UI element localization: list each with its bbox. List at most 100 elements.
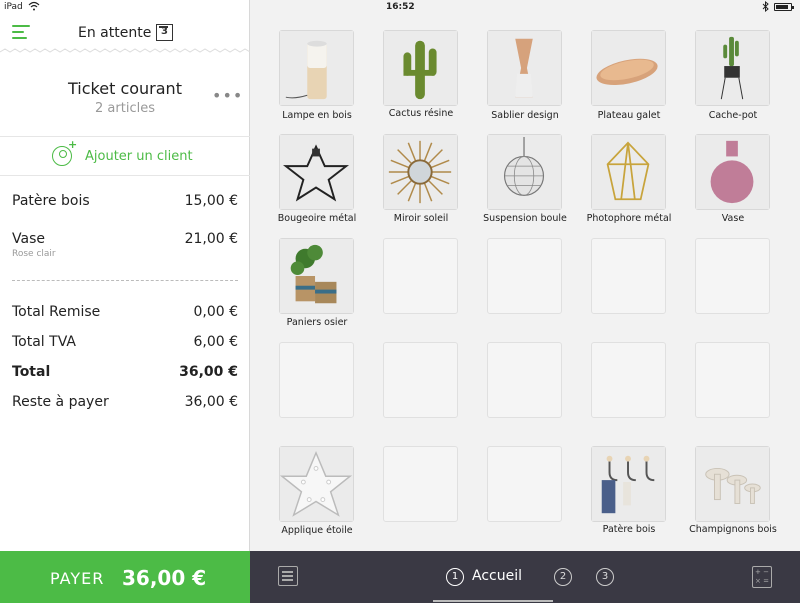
- total-value: 6,00 €: [193, 334, 238, 350]
- page-2-button[interactable]: 2: [554, 568, 572, 586]
- lantern-icon: [592, 135, 665, 209]
- ticket-more-button[interactable]: •••: [212, 86, 243, 105]
- ticket-panel: En attente 3 Ticket courant 2 articles •…: [0, 0, 250, 551]
- product-label: Champignons bois: [689, 524, 777, 535]
- ticket-line-item[interactable]: Vase 21,00 € Rose clair: [12, 231, 238, 259]
- sun-mirror-icon: [384, 135, 457, 209]
- active-page-indicator: [433, 600, 553, 602]
- product-tile-miroir-soleil[interactable]: [383, 134, 458, 210]
- plant-pot-icon: [696, 31, 769, 105]
- total-label: Total: [12, 364, 51, 380]
- product-label: Plateau galet: [597, 110, 661, 121]
- total-row: Total 36,00 €: [12, 364, 238, 380]
- product-label: Suspension boule: [483, 213, 567, 224]
- total-label: Reste à payer: [12, 394, 109, 410]
- pendant-light-icon: [488, 135, 561, 209]
- list-icon[interactable]: [278, 566, 298, 586]
- total-value: 0,00 €: [193, 304, 238, 320]
- line-item-note: Rose clair: [12, 249, 56, 259]
- totals-divider: [12, 280, 238, 281]
- empty-slot: [383, 342, 458, 418]
- empty-slot: [591, 238, 666, 314]
- product-tile-vase[interactable]: [695, 134, 770, 210]
- line-item-price: 15,00 €: [184, 193, 238, 209]
- product-tile-patere-bois[interactable]: [591, 446, 666, 522]
- pay-button[interactable]: PAYER 36,00 €: [0, 551, 250, 603]
- active-page-label[interactable]: Accueil: [472, 568, 522, 584]
- product-label: Sablier design: [491, 110, 559, 121]
- calculator-icon[interactable]: + − × =: [752, 566, 772, 588]
- product-tile-champignons-bois[interactable]: [695, 446, 770, 522]
- product-label: Cache-pot: [708, 110, 758, 121]
- product-tile-lampe-en-bois[interactable]: [279, 30, 354, 106]
- line-item-name: Patère bois: [12, 193, 90, 209]
- product-tile-cactus-resine[interactable]: [383, 30, 458, 106]
- status-bar: iPad 16:52: [0, 0, 800, 14]
- empty-slot: [279, 342, 354, 418]
- wifi-icon: [28, 1, 40, 11]
- pay-amount: 36,00 €: [122, 566, 207, 590]
- product-label: Patère bois: [602, 524, 656, 535]
- empty-slot: [383, 238, 458, 314]
- total-value: 36,00 €: [179, 364, 238, 380]
- tray-icon: [592, 31, 665, 105]
- lamp-icon: [280, 31, 353, 105]
- line-item-name: Vase: [12, 231, 45, 247]
- product-tile-bougeoire-metal[interactable]: [279, 134, 354, 210]
- star-lamp-icon: [279, 447, 353, 521]
- vase-icon: [696, 135, 769, 209]
- total-label: Total TVA: [12, 334, 76, 350]
- empty-slot: [591, 342, 666, 418]
- add-user-icon: [52, 138, 77, 166]
- menu-icon[interactable]: [12, 25, 30, 39]
- product-label: Bougeoire métal: [277, 213, 357, 224]
- product-grid: Lampe en bois Cactus résine Sablier desi…: [251, 14, 800, 551]
- ticket-header: En attente 3: [0, 14, 250, 52]
- bluetooth-icon: [762, 1, 769, 12]
- empty-slot: [487, 342, 562, 418]
- page-3-button[interactable]: 3: [596, 568, 614, 586]
- hourglass-icon: [488, 31, 561, 105]
- pay-label: PAYER: [50, 569, 105, 588]
- product-label: Lampe en bois: [282, 110, 352, 121]
- product-label: Vase: [721, 213, 745, 224]
- status-clock: 16:52: [386, 2, 415, 12]
- total-label: Total Remise: [12, 304, 101, 320]
- product-tile-suspension-boule[interactable]: [487, 134, 562, 210]
- bottom-navigation-bar: 1 Accueil 2 3 + − × =: [250, 551, 800, 603]
- page-1-button[interactable]: 1: [446, 568, 464, 586]
- product-label: Applique étoile: [281, 525, 353, 536]
- product-label: Cactus résine: [388, 108, 454, 119]
- product-label: Miroir soleil: [393, 213, 449, 224]
- carrier-label: iPad: [4, 2, 23, 12]
- product-tile-photophore-metal[interactable]: [591, 134, 666, 210]
- product-tile-cache-pot[interactable]: [695, 30, 770, 106]
- total-value: 36,00 €: [184, 394, 238, 410]
- product-label: Paniers osier: [286, 317, 348, 328]
- mushrooms-icon: [696, 447, 769, 521]
- total-row: Reste à payer 36,00 €: [12, 394, 238, 410]
- empty-slot: [487, 238, 562, 314]
- total-row: Total Remise 0,00 €: [12, 304, 238, 320]
- empty-slot: [487, 446, 562, 522]
- add-client-button[interactable]: Ajouter un client: [0, 136, 250, 176]
- empty-slot: [695, 238, 770, 314]
- coat-hooks-icon: [592, 447, 665, 521]
- empty-slot: [383, 446, 458, 522]
- product-tile-paniers-osier[interactable]: [279, 238, 354, 314]
- add-client-label: Ajouter un client: [85, 149, 193, 164]
- pending-count-badge[interactable]: 3: [156, 24, 173, 41]
- battery-icon: [774, 3, 794, 11]
- product-label: Photophore métal: [586, 213, 672, 224]
- candle-holder-icon: [280, 135, 353, 209]
- ticket-line-item[interactable]: Patère bois 15,00 €: [12, 193, 238, 209]
- product-tile-sablier-design[interactable]: [487, 30, 562, 106]
- line-item-price: 21,00 €: [184, 231, 238, 247]
- cactus-icon: [384, 31, 457, 105]
- total-row: Total TVA 6,00 €: [12, 334, 238, 350]
- ticket-zigzag-divider: [0, 48, 250, 53]
- product-tile-applique-etoile[interactable]: [279, 446, 354, 522]
- pending-label[interactable]: En attente: [78, 25, 151, 41]
- empty-slot: [695, 342, 770, 418]
- product-tile-plateau-galet[interactable]: [591, 30, 666, 106]
